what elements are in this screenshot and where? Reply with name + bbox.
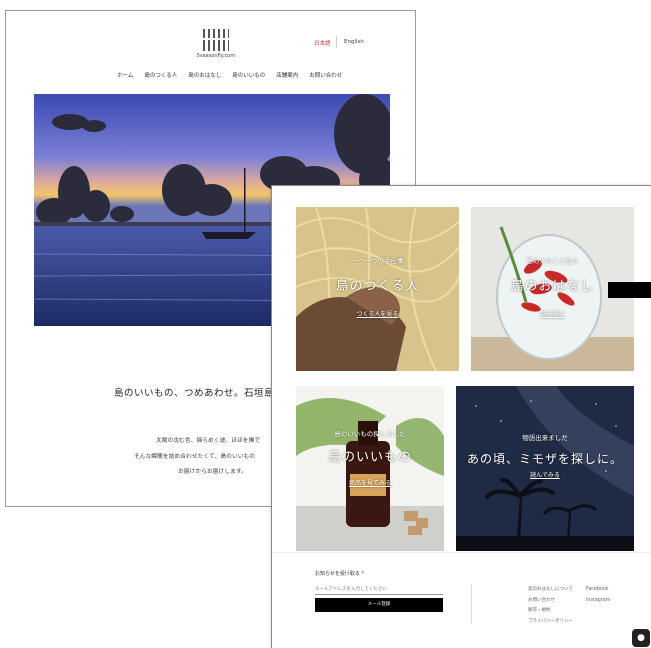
lang-japanese-link[interactable]: 日本語 [314, 39, 331, 47]
tile-goods[interactable]: 島のいいもの探しました 島のいいもの 商品を見てみる [296, 386, 444, 551]
tile-stories-sub: 島の人のこと色々 [526, 257, 579, 265]
site-logo[interactable]: 5seasonfly.com [196, 29, 236, 59]
tile-goods-link[interactable]: 商品を見てみる [296, 478, 444, 487]
footer-links: 島のおはなしについて お問い合わせ 販売・規約 プライバシーポリシー [528, 585, 573, 627]
instagram-link[interactable]: Instagram [586, 596, 610, 607]
nav-goods[interactable]: 島のいいもの [232, 71, 265, 79]
footer-link-contact[interactable]: お問い合わせ [528, 596, 573, 607]
lang-divider [336, 36, 337, 48]
footer-link-terms[interactable]: 販売・規約 [528, 606, 573, 617]
tile-mimosa-title: あの頃、ミモザを探しに。 [466, 452, 623, 466]
footer-divider [272, 552, 651, 553]
footer-link-about[interactable]: 島のおはなしについて [528, 585, 573, 596]
black-bar [608, 282, 651, 298]
intro-line-1: 太陽の沈む色、揺らめく波、ほほを撫で [156, 438, 261, 444]
tile-mimosa-sub: 物語出来ました [522, 434, 568, 442]
tile-makers-link[interactable]: つくる人を見る [296, 309, 459, 318]
nav-makers[interactable]: 島のつくる人 [144, 71, 177, 79]
newsletter-email-input[interactable] [315, 585, 443, 595]
front-page-window: ーつ一つの手仕事 島のつくる人 つくる人を見る 島の人のこと色々 島のおはなし … [271, 185, 651, 648]
facebook-link[interactable]: Facebook [586, 585, 610, 596]
footer-column-divider [471, 584, 472, 624]
nav-shops[interactable]: 店舗案内 [276, 71, 298, 79]
tile-goods-title: 島のいいもの [327, 450, 412, 465]
tile-mimosa-link[interactable]: 読んでみる [456, 470, 634, 479]
tile-stories-link[interactable]: 話を読む [471, 309, 634, 318]
global-nav: ホーム 島のつくる人 島のおはなし 島のいいもの 店舗案内 お問い合わせ [117, 71, 342, 79]
newsletter-label: お知らせを受け取る * [315, 571, 364, 577]
tile-makers[interactable]: ーつ一つの手仕事 島のつくる人 つくる人を見る [296, 207, 459, 371]
intro-line-2: そんな瞬間を詰め合わせたくて、島のいいもの [134, 454, 256, 460]
chat-icon[interactable]: ● [632, 629, 650, 647]
intro-line-3: お届けからお届けします。 [178, 469, 247, 475]
logo-text: 5seasonfly.com [196, 53, 236, 59]
tile-story-mimosa[interactable]: 物語出来ました あの頃、ミモザを探しに。 読んでみる [456, 386, 634, 551]
goods-image [296, 386, 444, 551]
tagline-heading: 島のいいもの、つめあわせ。石垣島 [114, 388, 275, 399]
night-sky-image [456, 386, 634, 551]
newsletter-submit-button[interactable]: メール登録 [315, 598, 443, 612]
social-links: Facebook Instagram [586, 585, 610, 606]
nav-contact[interactable]: お問い合わせ [309, 71, 342, 79]
tile-makers-sub: ーつ一つの手仕事 [351, 257, 404, 265]
logo-mark-icon [203, 29, 229, 51]
footer-link-privacy[interactable]: プライバシーポリシー [528, 617, 573, 628]
nav-stories[interactable]: 島のおはなし [188, 71, 221, 79]
lang-english-link[interactable]: English [344, 39, 364, 45]
nav-home[interactable]: ホーム [117, 71, 133, 79]
tile-makers-title: 島のつくる人 [335, 279, 420, 294]
tile-goods-sub: 島のいいもの探しました [334, 430, 406, 438]
